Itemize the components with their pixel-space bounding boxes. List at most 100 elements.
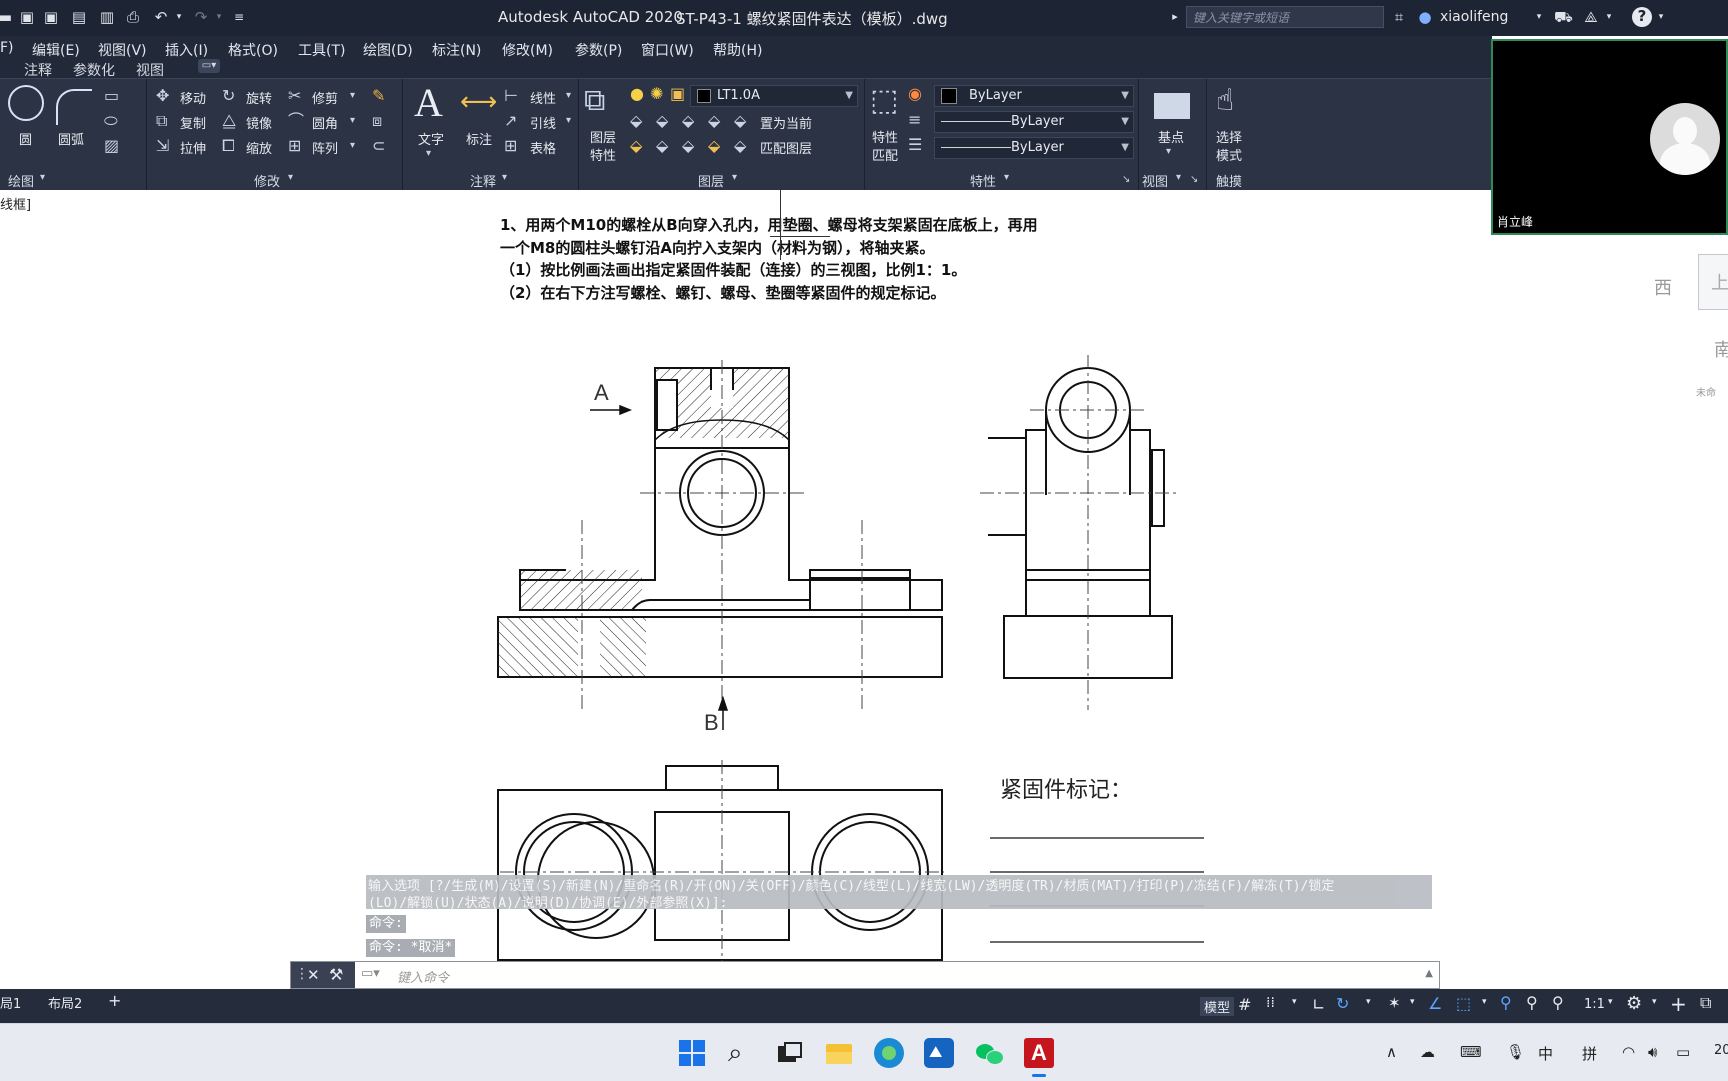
object-snap-tracking-icon[interactable]: ∠ [1428, 994, 1442, 1013]
cart-icon[interactable]: ⛟ [1554, 8, 1573, 26]
hatch-icon[interactable]: ▨ [104, 137, 119, 155]
help-dropdown-icon[interactable]: ▾ [1652, 8, 1670, 26]
menu-help[interactable]: 帮助(H) [713, 40, 762, 60]
chevron-right-icon[interactable]: ▸ [1166, 8, 1184, 26]
mirror-icon[interactable]: ⧋ [222, 112, 236, 130]
layer-tool-icon[interactable]: ⬙ [682, 137, 694, 155]
drawing-canvas[interactable]: 线框] 西 上 南 未命 1、用两个M10的螺栓从B向穿入孔内，用垫圈、螺母将支… [0, 190, 1728, 990]
panel-properties-dropdown-icon[interactable]: ▾ [1004, 169, 1009, 187]
help-icon[interactable]: ? [1632, 7, 1652, 27]
scale-icon[interactable]: ⧠ [222, 137, 235, 155]
fillet-icon[interactable]: ⌒ [288, 112, 304, 130]
match-properties-label-2[interactable]: 匹配 [872, 145, 898, 164]
circle-icon[interactable] [8, 85, 44, 121]
trim-dropdown-icon[interactable]: ▾ [350, 87, 355, 105]
menu-edit[interactable]: 编辑(E) [32, 40, 80, 60]
menu-format[interactable]: 格式(O) [228, 40, 278, 60]
fillet-dropdown-icon[interactable]: ▾ [350, 112, 355, 130]
mirror-label[interactable]: 镜像 [246, 113, 272, 132]
redo-dropdown-icon[interactable]: ▾ [210, 8, 228, 26]
array-label[interactable]: 阵列 [312, 138, 338, 157]
menu-modify[interactable]: 修改(M) [502, 40, 553, 60]
arc-icon[interactable] [56, 89, 92, 125]
trim-icon[interactable]: ✂ [288, 87, 301, 105]
isodraft-icon[interactable]: ✶ [1388, 994, 1401, 1012]
username-label[interactable]: xiaolifeng [1440, 9, 1508, 25]
lineweight-dropdown[interactable]: ByLayer ▼ [934, 137, 1134, 159]
tab-parametric[interactable]: 参数化 [73, 60, 115, 80]
keyboard-icon[interactable]: ⌨ [1460, 1043, 1482, 1061]
panel-layers-label[interactable]: 图层 [698, 171, 724, 190]
erase-icon[interactable]: ✎ [372, 87, 385, 105]
panel-properties-label[interactable]: 特性 [970, 171, 996, 190]
explode-icon[interactable]: ⧈ [372, 112, 382, 130]
wechat-icon[interactable] [974, 1038, 1004, 1068]
customize-quick-access-icon[interactable]: ≡ [230, 8, 248, 26]
gear-icon[interactable]: ⚙ [1626, 993, 1642, 1014]
match-properties-icon[interactable]: ⬚ [870, 83, 898, 118]
task-view-icon[interactable] [774, 1038, 804, 1068]
undo-icon[interactable]: ↶ [152, 8, 170, 26]
linear-dropdown-icon[interactable]: ▾ [566, 87, 571, 105]
layer-tool-icon[interactable]: ⬙ [656, 112, 668, 130]
redo-icon[interactable]: ↷ [192, 8, 210, 26]
chevron-up-icon[interactable]: ▲ [1425, 968, 1433, 979]
isodraft-dropdown-icon[interactable]: ▾ [1410, 997, 1415, 1007]
dimension-label[interactable]: 标注 [466, 129, 492, 148]
fillet-label[interactable]: 圆角 [312, 113, 338, 132]
rotate-label[interactable]: 旋转 [246, 88, 272, 107]
dimension-icon[interactable]: ⟷ [460, 87, 497, 117]
menu-window[interactable]: 窗口(W) [641, 40, 694, 60]
wifi-icon[interactable]: ◠ [1622, 1043, 1635, 1061]
linear-label[interactable]: 线性 [530, 88, 556, 107]
menu-draw[interactable]: 绘图(D) [363, 40, 413, 60]
annotation-scale-value[interactable]: 1:1 [1584, 997, 1605, 1012]
annotation-visibility-icon[interactable]: ⚲ [1500, 993, 1512, 1012]
scale-dropdown-icon[interactable]: ▾ [1608, 997, 1613, 1007]
layout-tab-1[interactable]: 局1 [0, 993, 21, 1012]
onedrive-icon[interactable]: ☁ [1420, 1043, 1435, 1061]
wrench-icon[interactable]: ⚒ [329, 965, 343, 984]
photos-icon[interactable]: ⛰ [924, 1038, 954, 1068]
array-dropdown-icon[interactable]: ▾ [350, 137, 355, 155]
layer-properties-label-2[interactable]: 特性 [590, 145, 616, 164]
panel-view-dropdown-icon[interactable]: ▾ [1176, 169, 1181, 187]
user-icon[interactable]: ● [1416, 8, 1434, 26]
color-dropdown[interactable]: ByLayer ▼ [934, 85, 1134, 107]
annotation-scale-icon[interactable]: ⚲ [1552, 993, 1564, 1012]
publish-icon[interactable]: ▤ [70, 8, 88, 26]
text-dropdown-icon[interactable]: ▾ [426, 145, 431, 163]
search-input[interactable]: 键入关键字或短语 [1186, 6, 1384, 28]
close-icon[interactable]: ✕ [307, 966, 320, 984]
chevron-up-icon[interactable]: ∧ [1386, 1043, 1397, 1061]
rotate-icon[interactable]: ↻ [222, 87, 235, 105]
panel-modify-dropdown-icon[interactable]: ▾ [288, 169, 293, 187]
circle-label[interactable]: 圆 [19, 129, 32, 148]
undo-dropdown-icon[interactable]: ▾ [170, 8, 188, 26]
panel-annotation-dropdown-icon[interactable]: ▾ [502, 169, 507, 187]
tab-annotate[interactable]: 注释 [24, 60, 52, 80]
copy-label[interactable]: 复制 [180, 113, 206, 132]
panel-properties-launcher-icon[interactable]: ↘ [1122, 171, 1130, 189]
polar-icon[interactable]: ↻ [1336, 994, 1349, 1013]
scale-label[interactable]: 缩放 [246, 138, 272, 157]
match-properties-label-1[interactable]: 特性 [872, 127, 898, 146]
volume-icon[interactable]: 🔊︎ [1648, 1043, 1657, 1061]
base-view-dropdown-icon[interactable]: ▾ [1166, 143, 1171, 161]
user-dropdown-icon[interactable]: ▾ [1530, 8, 1548, 26]
panel-draw-label[interactable]: 绘图 [8, 171, 34, 190]
menu-insert[interactable]: 插入(I) [165, 40, 208, 60]
menu-view[interactable]: 视图(V) [98, 40, 147, 60]
plus-icon[interactable]: + [1670, 992, 1687, 1016]
edge-icon[interactable] [874, 1038, 904, 1068]
leader-icon[interactable]: ↗ [504, 112, 517, 130]
snap-icon[interactable]: ⁞⁞ [1266, 995, 1275, 1011]
linear-icon[interactable]: ⊢ [504, 87, 518, 105]
windows-start-icon[interactable] [677, 1038, 707, 1068]
tab-view[interactable]: 视图 [136, 60, 164, 80]
array-icon[interactable]: ⊞ [288, 137, 301, 155]
layer-tool-icon[interactable]: ⬙ [656, 137, 668, 155]
add-layout-button[interactable]: + [108, 991, 121, 1010]
a360-dropdown-icon[interactable]: ▾ [1600, 8, 1618, 26]
table-label[interactable]: 表格 [530, 138, 556, 157]
